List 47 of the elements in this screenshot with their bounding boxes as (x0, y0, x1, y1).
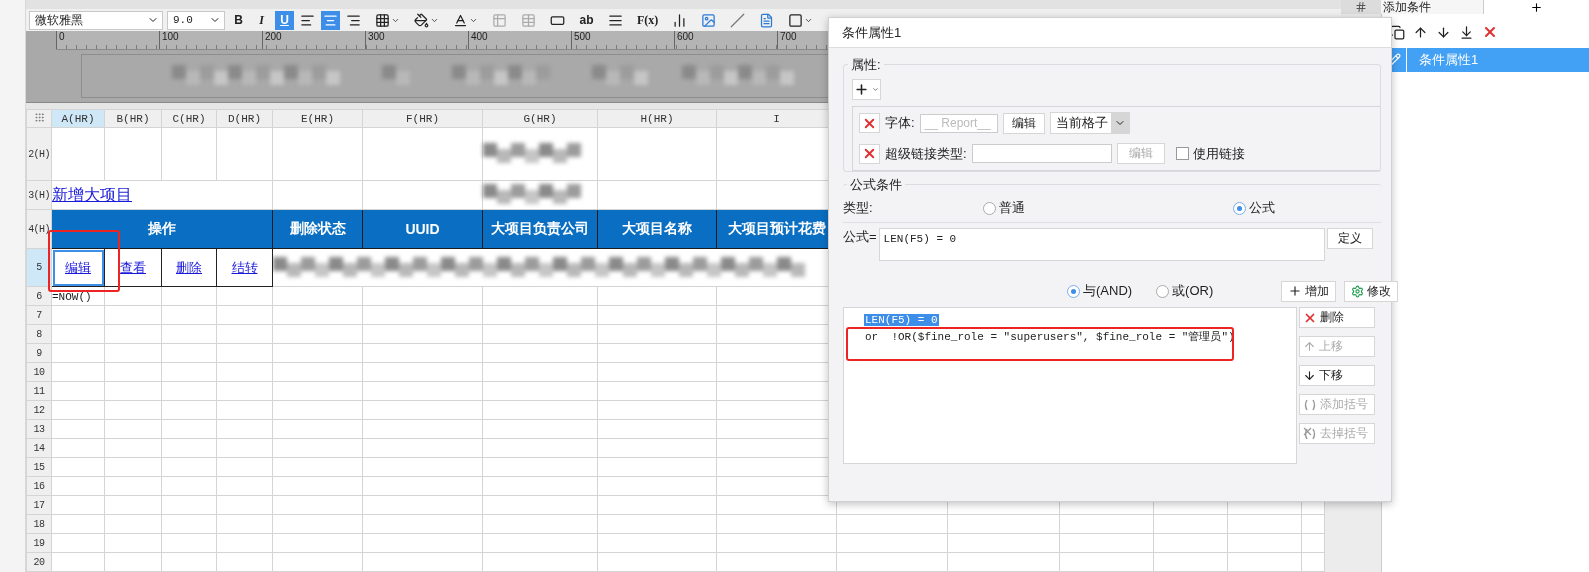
table-header-cell: 操作 (51, 209, 273, 249)
table-header-cell: 删除状态 (272, 209, 363, 249)
action-link[interactable]: 结转 (231, 259, 258, 275)
font-size-select[interactable]: 9.0 (167, 10, 225, 30)
type-radio[interactable]: 普通 (983, 199, 1233, 217)
panel-tab[interactable]: 添加条件 (1381, 0, 1483, 14)
join-radio[interactable]: 与(AND) (1067, 282, 1133, 300)
action-link[interactable]: 编辑 (65, 259, 91, 275)
edit-button[interactable]: 编辑 (1002, 112, 1045, 134)
group-title: 公式条件 (847, 176, 905, 194)
column-header[interactable]: H(HR) (597, 109, 717, 128)
field-label: 字体: (885, 114, 915, 132)
list-action-button[interactable]: 删除 (1299, 307, 1375, 328)
column-header[interactable]: C(HR) (161, 109, 217, 128)
cell-formula: =NOW() (52, 291, 92, 303)
scope-select[interactable]: 当前格子 (1049, 112, 1130, 134)
add-condition-button[interactable]: 增加 (1281, 280, 1337, 302)
column-header[interactable]: A(HR) (51, 109, 105, 128)
row-header: 2(H) (26, 127, 52, 181)
column-header[interactable]: G(HR) (482, 109, 598, 128)
text-tool-button[interactable]: ab (577, 10, 596, 30)
action-link[interactable]: 查看 (120, 259, 146, 275)
font-select[interactable]: 微软雅黑 (29, 10, 163, 30)
table-header-cell: 大项目名称 (597, 209, 717, 249)
row-header: 4(H) (26, 209, 52, 249)
column-header[interactable]: D(HR) (216, 109, 273, 128)
formula-button[interactable]: F(x) (635, 10, 661, 30)
style-button[interactable]: I (252, 10, 271, 30)
field-label: 类型: (843, 199, 874, 217)
table-header-cell: UUID (362, 209, 483, 249)
use-link-checkbox[interactable]: 使用链接 (1175, 144, 1245, 163)
table-header-cell: 大项目负责公司 (482, 209, 598, 249)
join-radio[interactable]: 或(OR) (1156, 282, 1214, 300)
type-radio[interactable]: 公式 (1233, 199, 1275, 217)
define-button[interactable]: 定义 (1326, 228, 1373, 249)
modify-button[interactable]: 修改 (1344, 280, 1399, 302)
column-header[interactable]: F(HR) (362, 109, 483, 128)
list-action-button[interactable]: 下移 (1299, 365, 1375, 386)
style-button[interactable]: B (229, 10, 248, 30)
field-label: 公式= (843, 228, 877, 246)
column-header[interactable]: B(HR) (104, 109, 162, 128)
group-title: 属性: (848, 56, 884, 74)
action-link[interactable]: 删除 (176, 259, 202, 275)
field-label: 超级链接类型: (885, 144, 967, 163)
formula-field[interactable]: LEN(F5) = 0 (878, 228, 1325, 261)
row-header: 3(H) (26, 180, 52, 210)
column-header[interactable]: E(HR) (272, 109, 363, 128)
